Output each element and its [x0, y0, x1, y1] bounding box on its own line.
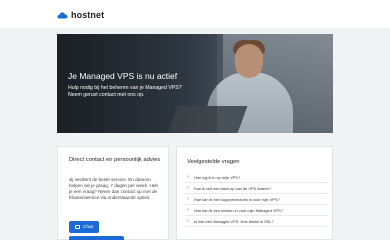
chat-button[interactable]: Chat: [69, 221, 99, 233]
contact-text: Jij verdient de beste service. En daarom…: [69, 177, 158, 200]
hero-banner: Je Managed VPS is nu actief Hulp nodig b…: [57, 34, 333, 133]
chevron-right-icon: ›: [187, 185, 189, 191]
chevron-right-icon: ›: [187, 196, 189, 202]
faq-item[interactable]: › Kan ik zelf een back-up van de VPS mak…: [185, 183, 327, 194]
faq-title: Veelgestelde vragen: [187, 159, 240, 165]
faq-item[interactable]: › Is heb een Managed VPS: Hoe bestel ik …: [185, 216, 327, 227]
hero-subtitle-line-2: Neem gerust contact met ons op.: [68, 92, 145, 98]
faq-item-label: Is heb een Managed VPS: Hoe bestel ik SS…: [194, 218, 274, 224]
hero-title: Je Managed VPS is nu actief: [68, 71, 178, 81]
faq-item-label: Hoe kan ik een supportverzoek in voor mi…: [194, 196, 280, 202]
chevron-right-icon: ›: [187, 207, 189, 213]
faq-item-label: Hoe kan ik een knoken in voor mijn Manag…: [194, 207, 283, 213]
faq-item[interactable]: › Hoe log ik in op mijn VPS?: [185, 172, 327, 183]
faq-list: › Hoe log ik in op mijn VPS? › Kan ik ze…: [185, 172, 327, 227]
faq-item-label: Hoe log ik in op mijn VPS?: [194, 174, 241, 180]
hostnet-logo[interactable]: hostnet: [57, 10, 104, 20]
brand-name: hostnet: [71, 10, 105, 20]
faq-item[interactable]: › Hoe kan ik een knoken in voor mijn Man…: [185, 205, 327, 216]
faq-item-label: Kan ik zelf een back-up van de VPS maken…: [194, 185, 271, 191]
contact-title: Direct contact en persoonlijk advies: [69, 157, 161, 163]
chat-icon: [74, 225, 80, 229]
cloud-icon: [57, 12, 68, 19]
top-header: hostnet: [0, 0, 390, 28]
contact-card: Direct contact en persoonlijk advies Jij…: [57, 146, 169, 240]
chat-button-label: Chat: [82, 224, 94, 230]
faq-card: Veelgestelde vragen › Hoe log ik in op m…: [176, 146, 333, 240]
chevron-right-icon: ›: [187, 218, 189, 224]
hero-person-head: [235, 44, 263, 78]
chevron-right-icon: ›: [187, 174, 189, 180]
faq-item[interactable]: › Hoe kan ik een supportverzoek in voor …: [185, 194, 327, 205]
hero-subtitle: Hulp nodig bij het beheren van je Manage…: [68, 85, 182, 99]
secondary-contact-button[interactable]: [69, 236, 124, 240]
hero-subtitle-line-1: Hulp nodig bij het beheren van je Manage…: [68, 85, 182, 91]
hero-overlay: [57, 34, 217, 133]
